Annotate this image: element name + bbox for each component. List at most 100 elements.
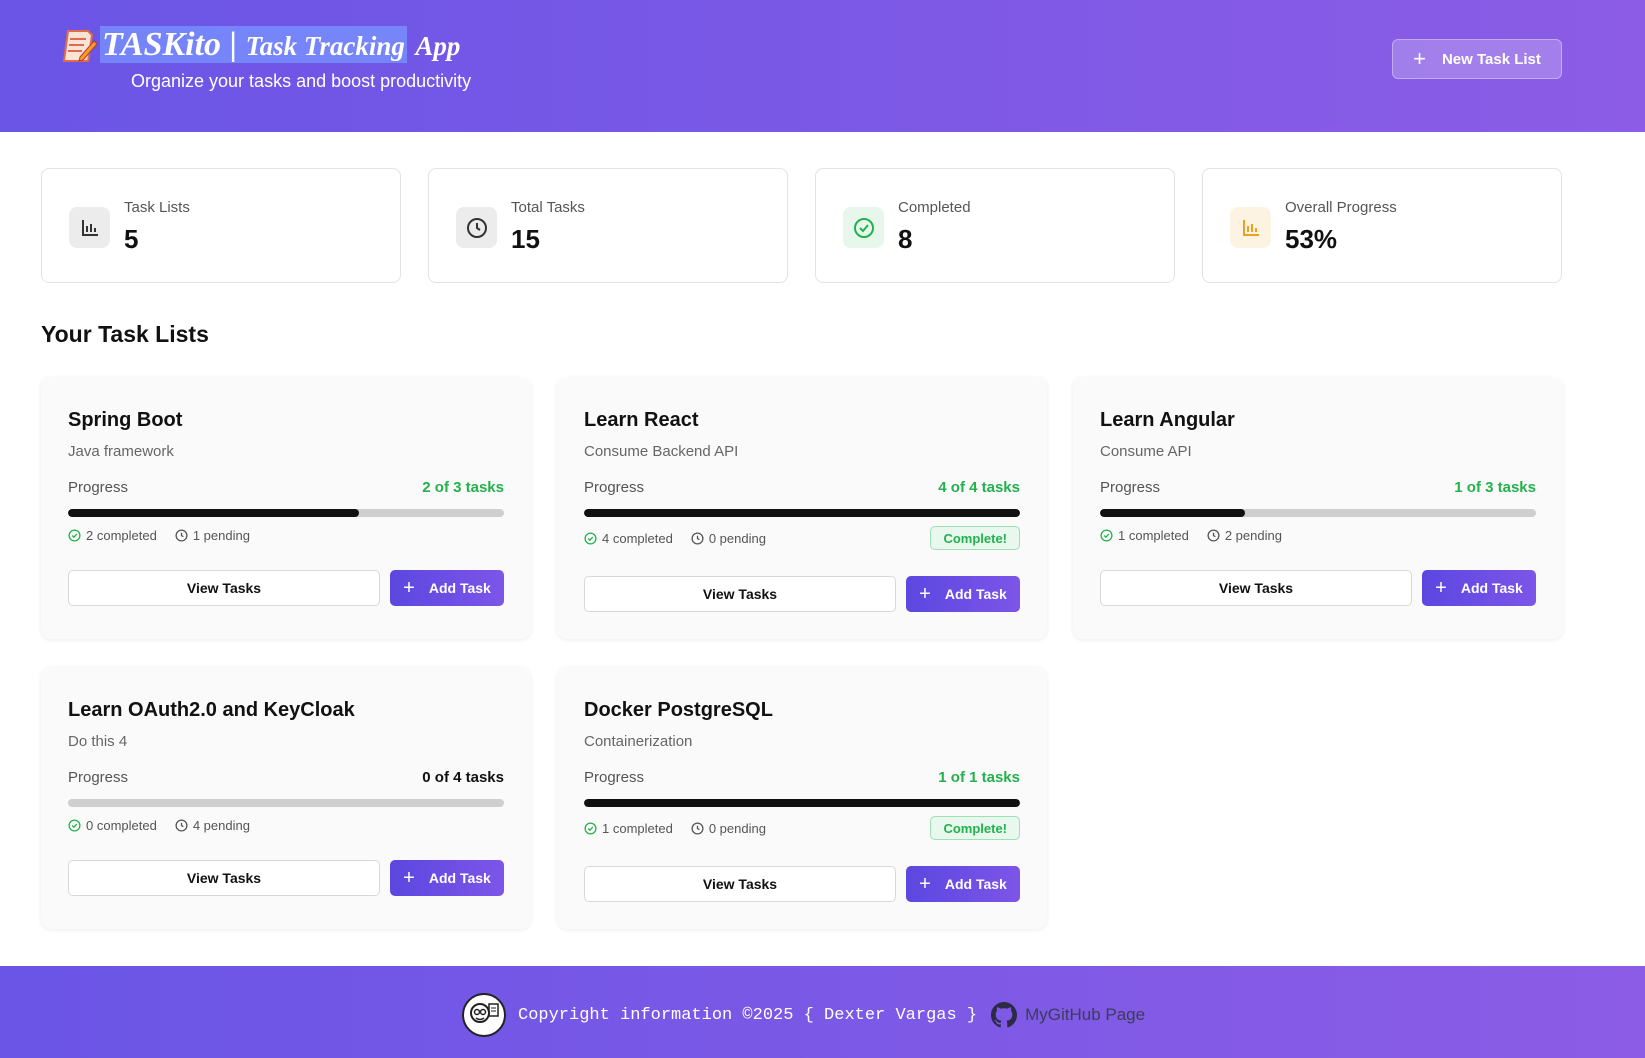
brand: TASKito | Task Tracking App	[62, 22, 460, 69]
progress-label: Progress	[68, 479, 129, 496]
view-tasks-button[interactable]: View Tasks	[68, 860, 380, 896]
plus-icon: +	[403, 867, 415, 889]
check-circle-icon	[843, 207, 884, 248]
complete-badge: Complete!	[930, 526, 1020, 550]
github-label: MyGitHub Page	[1025, 1005, 1146, 1024]
task-list-card: Docker PostgreSQL Containerization Progres…	[557, 667, 1047, 929]
stat-card-overall-progress: Overall Progress 53%	[1202, 168, 1562, 283]
task-list-title: Spring Boot	[68, 409, 183, 431]
stat-label: Overall Progress	[1285, 199, 1397, 216]
brand-title: TASKito | Task Tracking App	[100, 22, 460, 69]
task-counts: 2 completed 1 pending	[68, 528, 268, 543]
task-list-description: Containerization	[584, 733, 693, 750]
stat-value: 53%	[1285, 224, 1338, 254]
completed-text: 0 completed	[86, 818, 157, 833]
progress-label: Progress	[68, 769, 129, 786]
pending-count: 4 pending	[175, 818, 250, 833]
add-task-button[interactable]: + Add Task	[390, 860, 504, 896]
pending-count: 2 pending	[1207, 528, 1282, 543]
clock-icon	[456, 207, 497, 248]
progress-bar-fill	[1100, 509, 1246, 517]
stat-value: 15	[511, 224, 540, 254]
plus-icon: +	[919, 583, 931, 605]
view-tasks-button[interactable]: View Tasks	[584, 576, 896, 612]
pending-count: 1 pending	[175, 528, 250, 543]
progress-count: 1 of 1 tasks	[938, 769, 1020, 786]
progress-label: Progress	[584, 479, 645, 496]
task-list-title: Learn Angular	[1100, 409, 1235, 431]
stat-card-completed: Completed 8	[815, 168, 1175, 283]
completed-count: 2 completed	[68, 528, 157, 543]
stat-label: Total Tasks	[511, 199, 585, 216]
stat-label: Completed	[898, 199, 971, 216]
pending-text: 2 pending	[1224, 528, 1282, 543]
add-task-label: Add Task	[428, 870, 491, 886]
progress-count: 0 of 4 tasks	[422, 769, 504, 786]
plus-icon: +	[1413, 46, 1426, 71]
new-task-list-button[interactable]: + New Task List	[1392, 39, 1562, 79]
view-tasks-button[interactable]: View Tasks	[584, 866, 896, 902]
completed-text: 1 completed	[1118, 528, 1189, 543]
github-link[interactable]: MyGitHub Page	[991, 1002, 1145, 1028]
brand-suffix: App	[415, 31, 461, 61]
brand-separator: |	[229, 26, 238, 63]
progress-label: Progress	[584, 769, 645, 786]
check-circle-icon	[68, 819, 81, 832]
check-circle-icon	[584, 822, 597, 835]
completed-count: 0 completed	[68, 818, 157, 833]
task-counts: 4 completed 0 pending	[584, 531, 784, 546]
task-list-title: Learn OAuth2.0 and KeyCloak	[68, 699, 355, 721]
progress-bar	[584, 799, 1020, 807]
task-list-card: Learn Angular Consume API Progress 1 of 3 t…	[1073, 377, 1563, 639]
pending-text: 0 pending	[708, 821, 766, 836]
progress-bar	[68, 509, 504, 517]
completed-text: 4 completed	[602, 531, 673, 546]
plus-icon: +	[919, 873, 931, 895]
pending-count: 0 pending	[691, 821, 766, 836]
add-task-button[interactable]: + Add Task	[906, 866, 1020, 902]
stat-value: 8	[898, 224, 913, 254]
completed-count: 1 completed	[1100, 528, 1189, 543]
check-circle-icon	[584, 532, 597, 545]
new-task-list-label: New Task List	[1441, 50, 1541, 68]
task-list-card: Learn OAuth2.0 and KeyCloak Do this 4 Prog…	[41, 667, 531, 929]
task-list-card: Spring Boot Java framework Progress 2 of 3 …	[41, 377, 531, 639]
task-list-card: Learn React Consume Backend API Progress 4 …	[557, 377, 1047, 639]
add-task-button[interactable]: + Add Task	[390, 570, 504, 606]
complete-badge: Complete!	[930, 816, 1020, 840]
clock-icon	[691, 532, 704, 545]
add-task-button[interactable]: + Add Task	[1422, 570, 1536, 606]
task-list-description: Consume API	[1100, 443, 1192, 460]
task-list-description: Java framework	[68, 443, 174, 460]
task-list-title: Learn React	[584, 409, 699, 431]
clock-icon	[175, 529, 188, 542]
stat-card-total-tasks: Total Tasks 15	[428, 168, 788, 283]
task-counts: 0 completed 4 pending	[68, 818, 268, 833]
check-circle-icon	[68, 529, 81, 542]
completed-text: 2 completed	[86, 528, 157, 543]
progress-count: 1 of 3 tasks	[1454, 479, 1536, 496]
completed-count: 4 completed	[584, 531, 673, 546]
task-counts: 1 completed 2 pending	[1100, 528, 1300, 543]
pending-text: 0 pending	[708, 531, 766, 546]
brand-name: TASKito	[102, 26, 222, 63]
section-title: Your Task Lists	[41, 321, 209, 347]
add-task-button[interactable]: + Add Task	[906, 576, 1020, 612]
progress-bar	[584, 509, 1020, 517]
stat-label: Task Lists	[124, 199, 190, 216]
add-task-label: Add Task	[944, 586, 1007, 602]
app-header: TASKito | Task Tracking App Organize you…	[0, 0, 1645, 132]
clock-icon	[1207, 529, 1220, 542]
progress-bar-fill	[584, 509, 1020, 517]
view-tasks-button[interactable]: View Tasks	[1100, 570, 1412, 606]
add-task-label: Add Task	[1460, 580, 1523, 596]
bar-chart-icon	[69, 207, 110, 248]
pending-text: 4 pending	[192, 818, 250, 833]
bar-chart-icon	[1230, 207, 1271, 248]
task-list-description: Consume Backend API	[584, 443, 739, 460]
view-tasks-button[interactable]: View Tasks	[68, 570, 380, 606]
plus-icon: +	[403, 577, 415, 599]
brand-highlight: Task Tracking	[245, 31, 405, 61]
pending-count: 0 pending	[691, 531, 766, 546]
progress-bar	[1100, 509, 1536, 517]
